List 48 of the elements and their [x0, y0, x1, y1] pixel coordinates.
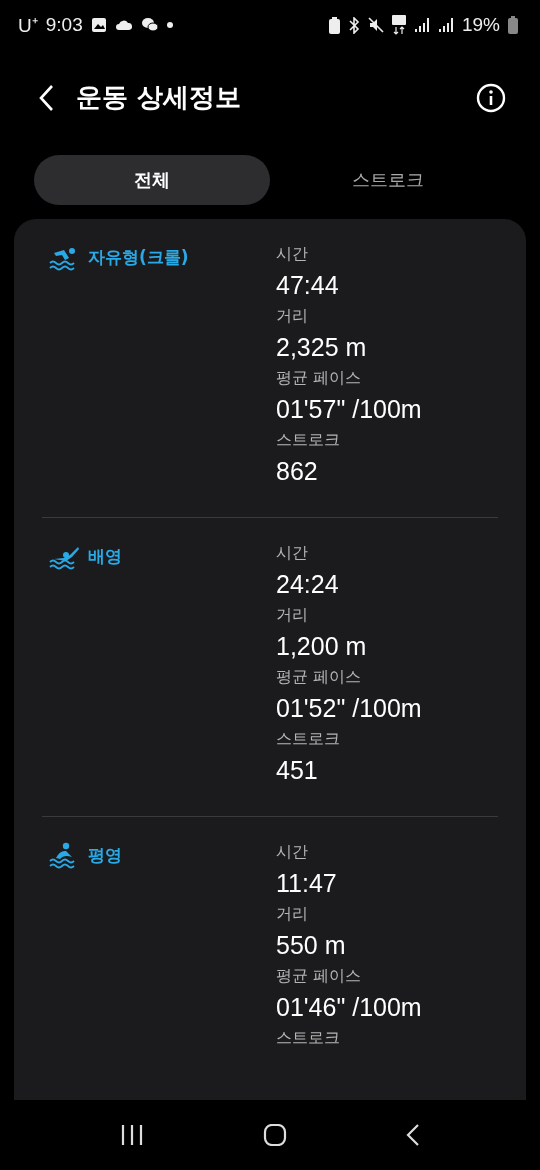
stat-value: 11:47	[276, 868, 338, 899]
back-nav-button[interactable]	[406, 1123, 421, 1147]
signal-icon	[437, 17, 454, 33]
stat-value: 1,200 m	[276, 631, 368, 662]
stat-label: 평균 페이스	[276, 965, 363, 987]
image-icon	[90, 17, 107, 33]
bluetooth-icon	[347, 16, 360, 34]
stat-label: 시간	[276, 542, 309, 564]
stat-label: 스트로크	[276, 728, 341, 750]
stat-value: 47:44	[276, 270, 340, 301]
stat-label: 평균 페이스	[276, 666, 363, 688]
stroke-name: 자유형(크롤)	[88, 246, 189, 269]
tab[interactable]: 전체	[34, 155, 270, 205]
stat-label: 스트로크	[276, 1027, 341, 1049]
stat-label: 평균 페이스	[276, 367, 363, 389]
stat-label: 스트로크	[276, 429, 341, 451]
stat-label: 시간	[276, 243, 309, 265]
battery-icon	[508, 16, 518, 34]
info-button[interactable]	[476, 82, 506, 113]
signal-icon	[413, 17, 430, 33]
stat-label: 시간	[276, 841, 309, 863]
stat-value: 01'46" /100m	[276, 992, 422, 1023]
dot-icon	[166, 22, 173, 28]
carrier-text: U⁺	[18, 14, 38, 38]
stat-value: 451	[276, 755, 319, 786]
stat-value: 862	[276, 456, 319, 487]
stat-label: 거리	[276, 604, 309, 626]
back-button[interactable]	[38, 83, 54, 112]
page-title: 운동 상세정보	[76, 81, 243, 114]
recents-button[interactable]	[119, 1124, 144, 1146]
stat-value: 01'52" /100m	[276, 693, 422, 724]
stat-label: 거리	[276, 903, 309, 925]
mute-icon	[367, 17, 384, 33]
stroke-name: 평영	[88, 844, 122, 867]
chat-icon	[140, 17, 159, 33]
stroke-name: 배영	[88, 545, 122, 568]
battery-saver-icon	[328, 16, 340, 34]
stat-value: 24:24	[276, 569, 340, 600]
network-icon	[391, 15, 406, 35]
stat-label: 거리	[276, 305, 309, 327]
status-time: 9:03	[45, 14, 83, 36]
battery-percent: 19%	[461, 14, 500, 36]
stat-value: 01'57" /100m	[276, 394, 422, 425]
tab[interactable]: 스트로크	[270, 155, 506, 205]
stat-value: 550 m	[276, 930, 347, 961]
home-button[interactable]	[263, 1124, 287, 1146]
stat-value: 2,325 m	[276, 332, 368, 363]
cloud-icon	[114, 19, 133, 31]
